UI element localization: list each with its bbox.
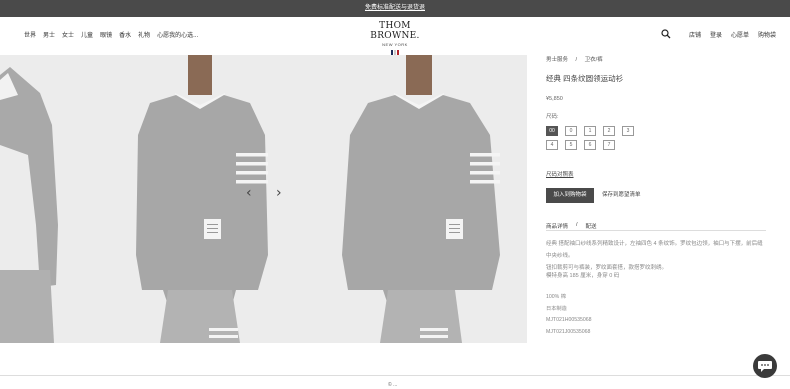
nav-wishlist[interactable]: 心愿单 bbox=[731, 30, 749, 39]
add-to-bag-button[interactable]: 加入到购物袋 bbox=[546, 188, 594, 203]
spec-sku-2: MJT021J00535068 bbox=[546, 328, 591, 335]
brand-logo[interactable]: THOM BROWNE. NEW YORK bbox=[360, 21, 430, 56]
promo-banner[interactable]: 免费标准配送与退货退 bbox=[0, 0, 790, 17]
size-option-3[interactable]: 3 bbox=[622, 126, 634, 136]
nav-shopping-bag[interactable]: 购物袋 bbox=[758, 30, 776, 39]
gallery-next-arrow-icon[interactable]: › bbox=[276, 185, 282, 201]
breadcrumb: 男士服务 / 卫衣/裤 bbox=[546, 55, 609, 63]
size-option-1[interactable]: 1 bbox=[584, 126, 596, 136]
nav-item-kids[interactable]: 儿童 bbox=[81, 30, 93, 39]
detail-tabs: 商品详情 / 配送 bbox=[546, 222, 597, 230]
footer-text: © ... bbox=[388, 382, 398, 388]
product-specs: 100% 棉 日本制造 MJT021H00535068 MJT021J00535… bbox=[546, 292, 592, 338]
gallery-prev-arrow-icon[interactable]: ‹ bbox=[246, 185, 252, 201]
size-option-4[interactable]: 4 bbox=[546, 140, 558, 150]
spec-origin: 日本制造 bbox=[546, 305, 567, 312]
size-selector: 00 0 1 2 3 4 5 6 7 bbox=[546, 126, 636, 150]
logo-subtitle: NEW YORK bbox=[382, 42, 408, 47]
footer-divider bbox=[0, 375, 790, 376]
tabs-divider bbox=[546, 230, 766, 231]
size-label: 尺码: bbox=[546, 114, 559, 120]
nav-item-women[interactable]: 女士 bbox=[62, 30, 74, 39]
product-image-gallery[interactable]: ‹ › bbox=[0, 55, 527, 343]
search-icon[interactable] bbox=[661, 29, 671, 39]
nav-item-wishlist-picks[interactable]: 心愿我的心选... bbox=[157, 30, 198, 39]
size-option-6[interactable]: 6 bbox=[584, 140, 596, 150]
tab-product-details[interactable]: 商品详情 bbox=[546, 222, 568, 230]
size-option-2[interactable]: 2 bbox=[603, 126, 615, 136]
site-header: 世界 男士 女士 儿童 眼镜 香水 礼物 心愿我的心选... THOM BROW… bbox=[0, 17, 790, 56]
save-to-wishlist-button[interactable]: 保存到愿望清单 bbox=[602, 188, 641, 203]
product-description: 经典 搭配袖口纱线系列精致设计，左袖四色 4 条纹饰。罗纹包边领，袖口与下摆，前… bbox=[546, 238, 766, 274]
main-nav: 世界 男士 女士 儿童 眼镜 香水 礼物 心愿我的心选... bbox=[24, 30, 198, 39]
nav-item-gifts[interactable]: 礼物 bbox=[138, 30, 150, 39]
utility-nav: 店铺 登录 心愿单 购物袋 bbox=[689, 30, 776, 39]
breadcrumb-item-sweatshirts[interactable]: 卫衣/裤 bbox=[585, 57, 603, 63]
breadcrumb-separator: / bbox=[575, 57, 578, 63]
nav-item-world[interactable]: 世界 bbox=[24, 30, 36, 39]
size-option-5[interactable]: 5 bbox=[565, 140, 577, 150]
size-option-7[interactable]: 7 bbox=[603, 140, 615, 150]
spec-sku-1: MJT021H00535068 bbox=[546, 317, 592, 323]
chat-bubble-icon bbox=[758, 361, 772, 372]
product-photos bbox=[0, 55, 527, 343]
nav-item-eyewear[interactable]: 眼镜 bbox=[100, 30, 112, 39]
nav-stores[interactable]: 店铺 bbox=[689, 30, 701, 39]
model-info: 模特身高 185 厘米，身穿 0 码 bbox=[546, 273, 620, 279]
size-guide-link[interactable]: 尺码对照表 bbox=[546, 170, 574, 178]
breadcrumb-item-men[interactable]: 男士服务 bbox=[546, 57, 568, 63]
size-option-0[interactable]: 0 bbox=[565, 126, 577, 136]
logo-wordmark: THOM BROWNE. bbox=[370, 21, 420, 41]
product-title: 经典 四条纹圆领运动衫 bbox=[546, 74, 624, 83]
product-price: ¥5,850 bbox=[546, 96, 563, 102]
nav-login[interactable]: 登录 bbox=[710, 30, 722, 39]
description-line-1: 经典 搭配袖口纱线系列精致设计，左袖四色 4 条纹饰。罗纹包边领，袖口与下摆，前… bbox=[546, 241, 763, 259]
tab-separator: / bbox=[576, 222, 578, 228]
nav-item-men[interactable]: 男士 bbox=[43, 30, 55, 39]
spec-material: 100% 棉 bbox=[546, 294, 566, 300]
nav-item-fragrance[interactable]: 香水 bbox=[119, 30, 131, 39]
size-option-00[interactable]: 00 bbox=[546, 126, 558, 136]
tab-delivery[interactable]: 配送 bbox=[586, 222, 597, 230]
chat-button[interactable] bbox=[753, 354, 777, 378]
